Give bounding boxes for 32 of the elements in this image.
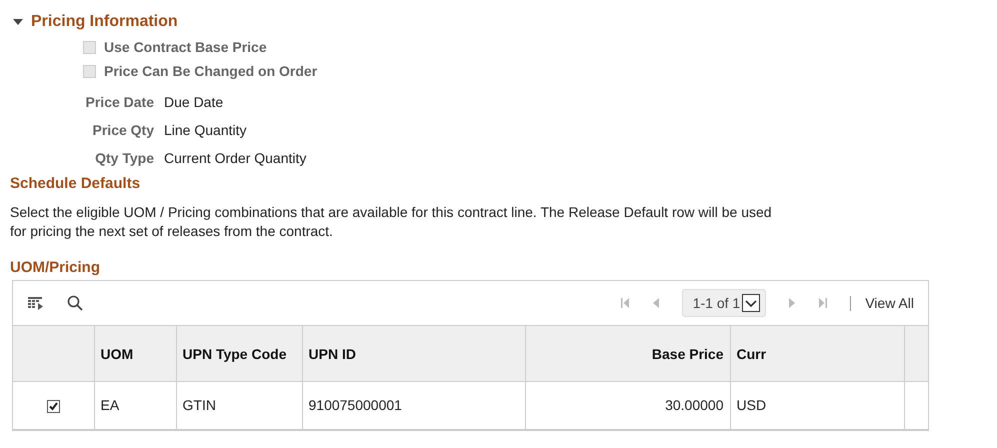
row-checkbox[interactable] <box>46 400 60 414</box>
first-page-icon[interactable] <box>620 297 630 309</box>
field-value: Current Order Quantity <box>164 149 308 168</box>
collapse-toggle-icon[interactable] <box>13 18 23 26</box>
table-cell: USD <box>736 397 766 414</box>
section-title[interactable]: Pricing Information <box>31 13 178 31</box>
column-header: Curr <box>736 346 766 362</box>
table-cell: 30.00000 <box>665 397 724 414</box>
previous-page-icon[interactable] <box>652 297 660 309</box>
column-header: Base Price <box>652 346 724 362</box>
grid-title: UOM/Pricing <box>10 259 102 276</box>
table-cell: GTIN <box>182 397 216 414</box>
personalize-grid-icon[interactable] <box>27 295 45 311</box>
field-value: Due Date <box>164 93 224 112</box>
table-cell: EA <box>100 397 120 414</box>
checkbox-label: Use Contract Base Price <box>104 39 267 55</box>
field-value: Line Quantity <box>164 121 248 140</box>
page-range-dropdown[interactable]: 1-1 of 1 <box>682 289 766 317</box>
field-label: Price Date <box>84 93 154 112</box>
view-all-link[interactable]: View All <box>865 295 914 311</box>
next-page-icon[interactable] <box>788 297 796 309</box>
description-text: Select the eligible UOM / Pricing combinations that are available for this contract line. The Release Default row will be used for pricing the next set of releases from the contract. <box>10 203 773 241</box>
table-cell: 910075000001 <box>308 397 402 414</box>
search-icon[interactable] <box>67 295 83 311</box>
field-label: Price Qty <box>92 121 154 140</box>
column-header: UPN ID <box>308 346 356 362</box>
field-label: Qty Type <box>94 149 154 168</box>
section-title: Schedule Defaults <box>10 175 142 192</box>
column-header: UPN Type Code <box>182 346 286 362</box>
checkbox-label: Price Can Be Changed on Order <box>104 63 318 79</box>
last-page-icon[interactable] <box>818 297 828 309</box>
column-header: UOM <box>100 346 134 362</box>
